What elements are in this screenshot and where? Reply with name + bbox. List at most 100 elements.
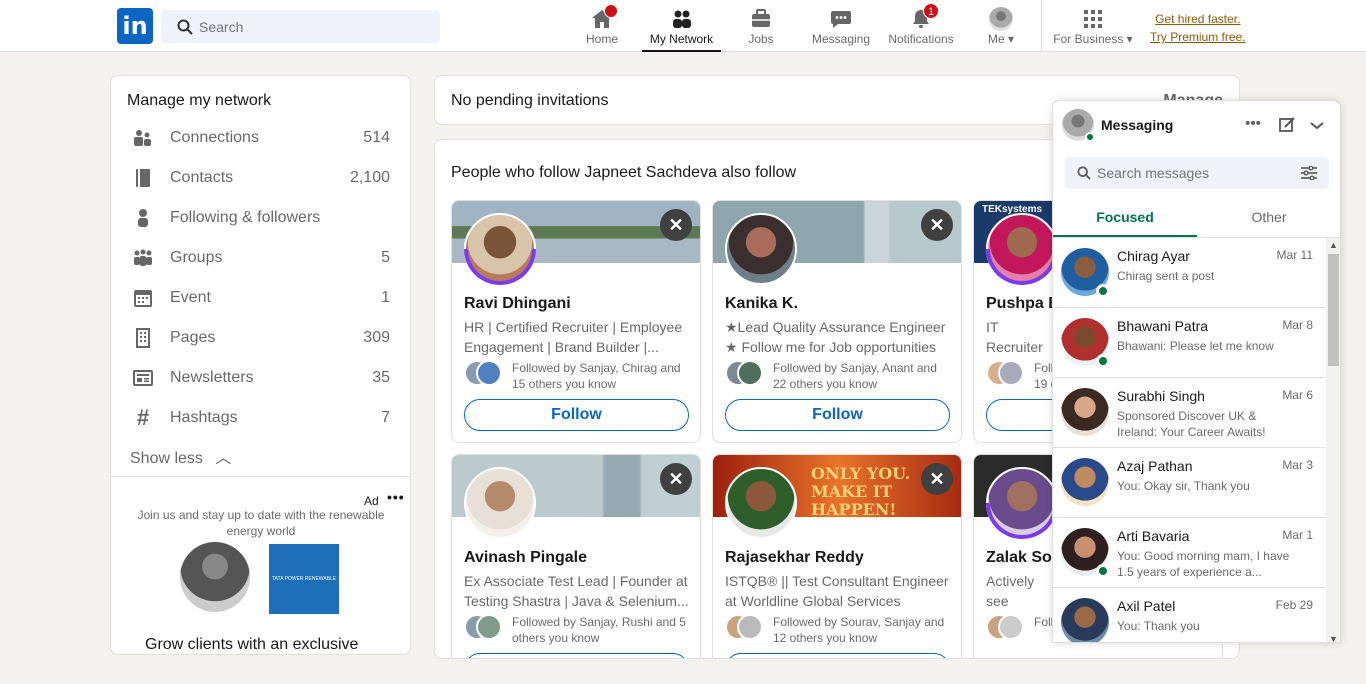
manage-item-hashtags[interactable]: # Hashtags 7	[111, 398, 410, 438]
ad-headline: Grow clients with an exclusive	[145, 636, 359, 653]
person-card[interactable]: ✕ Ravi Dhingani HR | Certified Recruiter…	[451, 200, 701, 443]
notifications-badge: 1	[923, 3, 939, 19]
compose-icon[interactable]	[1277, 115, 1297, 135]
conversation-name: Arti Bavaria	[1117, 528, 1190, 544]
person-card[interactable]: ONLY YOU. MAKE IT HAPPEN! ✕ Rajasekhar R…	[712, 454, 962, 658]
nav-me-label: Me	[987, 32, 1005, 46]
dismiss-close-icon[interactable]: ✕	[660, 463, 692, 495]
search-input[interactable]	[199, 10, 429, 43]
message-search-input[interactable]	[1097, 157, 1297, 189]
nav-messaging[interactable]: Messaging	[806, 0, 876, 52]
dismiss-close-icon[interactable]: ✕	[921, 209, 953, 241]
follow-button[interactable]: Follow	[725, 653, 950, 658]
dismiss-close-icon[interactable]: ✕	[921, 463, 953, 495]
manage-item-count: 1	[381, 289, 390, 306]
nav-my-network-label: My Network	[649, 32, 714, 46]
manage-item-groups[interactable]: Groups 5	[111, 238, 410, 278]
profile-avatar[interactable]	[464, 467, 536, 539]
manage-item-contacts[interactable]: Contacts 2,100	[111, 158, 410, 198]
nav-my-network[interactable]: My Network	[642, 0, 721, 52]
nav-for-business[interactable]: For Business ▾	[1050, 0, 1136, 52]
conversation-date: Mar 8	[1282, 318, 1313, 332]
person-headline: Actively see Interns, Gra	[986, 573, 1035, 609]
person-card[interactable]: ✕ Avinash Pingale Ex Associate Test Lead…	[451, 454, 701, 658]
message-search-box[interactable]	[1065, 157, 1329, 189]
scroll-up-arrow-icon[interactable]: ▲	[1329, 240, 1338, 250]
conversation-item[interactable]: Axil Patel Feb 29 You: Thank you	[1053, 588, 1325, 642]
ad-text: Join us and stay up to date with the ren…	[137, 508, 385, 538]
hiring-frame	[986, 249, 1058, 285]
avatar	[1061, 388, 1109, 436]
nav-notifications-label: Notifications	[888, 32, 954, 46]
show-less-label: Show less	[130, 450, 203, 467]
invitations-text: No pending invitations	[451, 92, 609, 109]
avatar	[1061, 458, 1109, 506]
network-icon	[672, 10, 691, 28]
filter-icon[interactable]	[1301, 166, 1317, 180]
premium-line-2[interactable]: Try Premium free.	[1150, 28, 1246, 46]
global-search-box[interactable]	[161, 10, 440, 43]
manage-item-label: Hashtags	[170, 409, 238, 426]
manage-network-title: Manage my network	[127, 92, 272, 109]
follow-button[interactable]: Follow	[725, 399, 950, 431]
person-headline: HR | Certified Recruiter | Employee Enga…	[464, 319, 683, 355]
nav-jobs[interactable]: Jobs	[741, 0, 781, 52]
manage-item-label: Contacts	[170, 169, 234, 186]
tab-other[interactable]: Other	[1197, 201, 1340, 237]
linkedin-logo[interactable]: in	[117, 8, 153, 44]
conversation-item[interactable]: Surabhi Singh Mar 6 Sponsored Discover U…	[1053, 378, 1325, 448]
followed-by-text: Followed by Sanjay, Anant and 22 others …	[773, 361, 937, 391]
person-headline: Ex Associate Test Lead | Founder at Test…	[464, 573, 689, 609]
manage-item-connections[interactable]: Connections 514	[111, 118, 410, 158]
conversation-name: Chirag Ayar	[1117, 248, 1190, 264]
chevron-down-icon: ▾	[1007, 32, 1015, 46]
hiring-frame	[464, 249, 536, 285]
nav-home-label: Home	[585, 32, 618, 46]
profile-avatar[interactable]	[725, 467, 797, 539]
conversation-preview: Bhawani: Please let me know	[1117, 339, 1274, 353]
person-card[interactable]: ✕ Kanika K. ★Lead Quality Assurance Engi…	[712, 200, 962, 443]
conversation-item[interactable]: Arti Bavaria Mar 1 You: Good morning mam…	[1053, 518, 1325, 588]
manage-item-pages[interactable]: Pages 309	[111, 318, 410, 358]
scrollbar[interactable]: ▲ ▼	[1326, 238, 1340, 642]
nav-me[interactable]: Me ▾	[982, 0, 1020, 52]
show-less-button[interactable]: Show less ︿	[130, 444, 231, 468]
tab-focused[interactable]: Focused	[1053, 201, 1197, 237]
manage-item-following-followers[interactable]: Following & followers	[111, 198, 410, 238]
scrollbar-thumb[interactable]	[1328, 254, 1339, 366]
connections-icon	[134, 130, 151, 146]
conversation-item[interactable]: Bhawani Patra Mar 8 Bhawani: Please let …	[1053, 308, 1325, 378]
manage-item-newsletters[interactable]: Newsletters 35	[111, 358, 410, 398]
dismiss-close-icon[interactable]: ✕	[660, 209, 692, 241]
groups-icon	[134, 249, 152, 266]
search-icon	[177, 19, 193, 35]
manage-item-event[interactable]: Event 1	[111, 278, 410, 318]
person-name[interactable]: Pushpa B	[986, 295, 1060, 313]
person-name[interactable]: Avinash Pingale	[464, 549, 587, 567]
grid-icon	[1084, 10, 1102, 28]
conversation-item[interactable]: Chirag Ayar Mar 11 Chirag sent a post	[1053, 238, 1325, 308]
more-options-icon[interactable]: •••	[1243, 115, 1263, 135]
ad-company-logo[interactable]: TATA POWER RENEWABLE ENERGY	[269, 544, 339, 652]
chevron-down-icon[interactable]	[1307, 115, 1327, 135]
messaging-title[interactable]: Messaging	[1101, 117, 1173, 133]
nav-divider	[1041, 0, 1042, 52]
follow-button[interactable]: Follow	[464, 399, 689, 431]
nav-home[interactable]: Home	[582, 0, 622, 52]
nav-notifications[interactable]: 1 Notifications	[884, 0, 958, 52]
profile-avatar[interactable]	[725, 213, 797, 285]
follow-button[interactable]: Follow	[464, 653, 689, 658]
online-status-dot	[1096, 354, 1110, 368]
online-status-dot	[1096, 564, 1110, 578]
premium-upsell-link[interactable]: Get hired faster. Try Premium free.	[1150, 10, 1246, 46]
conversation-item[interactable]: Azaj Pathan Mar 3 You: Okay sir, Thank y…	[1053, 448, 1325, 518]
premium-line-1[interactable]: Get hired faster.	[1150, 10, 1246, 28]
scroll-down-arrow-icon[interactable]: ▼	[1329, 634, 1338, 642]
conversation-name: Bhawani Patra	[1117, 318, 1209, 334]
person-name[interactable]: Ravi Dhingani	[464, 295, 571, 313]
manage-item-count: 7	[381, 409, 390, 426]
person-name[interactable]: Rajasekhar Reddy	[725, 549, 864, 567]
nav-jobs-label: Jobs	[748, 32, 774, 46]
ad-more-options-icon[interactable]: •••	[387, 489, 405, 505]
person-name[interactable]: Kanika K.	[725, 295, 798, 313]
